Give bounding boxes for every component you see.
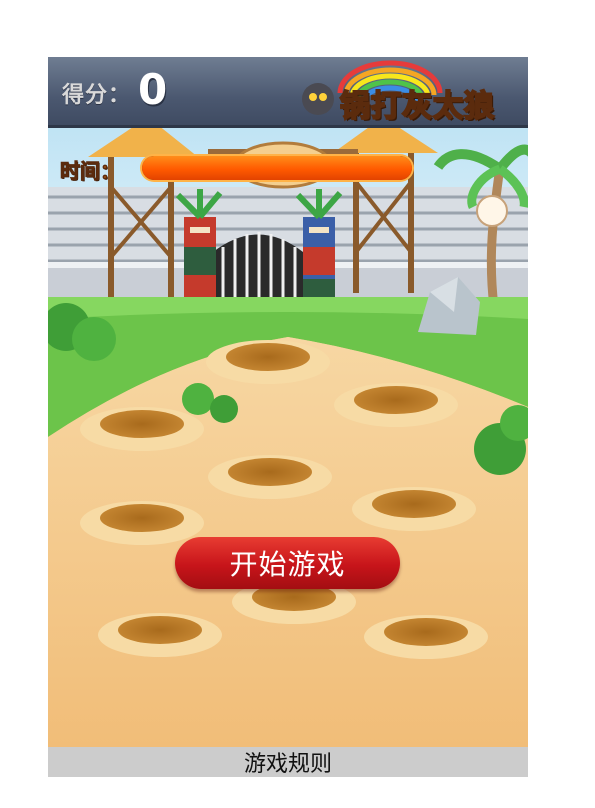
- hole-4[interactable]: [208, 455, 332, 499]
- score-label: 得分：: [62, 83, 132, 108]
- time-bar-fill: [142, 156, 412, 180]
- top-bar: 得分： 0 锅打灰太狼: [48, 57, 528, 128]
- wolf-head-icon: [302, 83, 334, 115]
- score-value: 0: [138, 65, 168, 114]
- hole-3[interactable]: [80, 407, 204, 451]
- game-rules-label: 游戏规则: [243, 752, 332, 777]
- game-area: 得分： 0 锅打灰太狼 时间： 开始游戏: [48, 57, 528, 747]
- start-game-button[interactable]: 开始游戏: [175, 537, 400, 589]
- logo-title: 锅打灰太狼: [339, 88, 495, 125]
- hole-2[interactable]: [334, 383, 458, 427]
- game-logo: 锅打灰太狼: [300, 59, 522, 125]
- time-label: 时间：: [60, 159, 121, 184]
- hole-1[interactable]: [206, 340, 330, 384]
- hole-5[interactable]: [352, 487, 476, 531]
- time-bar: [142, 156, 412, 180]
- hole-6[interactable]: [80, 501, 204, 545]
- hole-9[interactable]: [364, 615, 488, 659]
- hole-8[interactable]: [98, 613, 222, 657]
- game-rules-button[interactable]: 游戏规则: [48, 747, 528, 777]
- wolf-badge-icon[interactable]: [476, 195, 508, 227]
- start-game-label: 开始游戏: [229, 548, 346, 581]
